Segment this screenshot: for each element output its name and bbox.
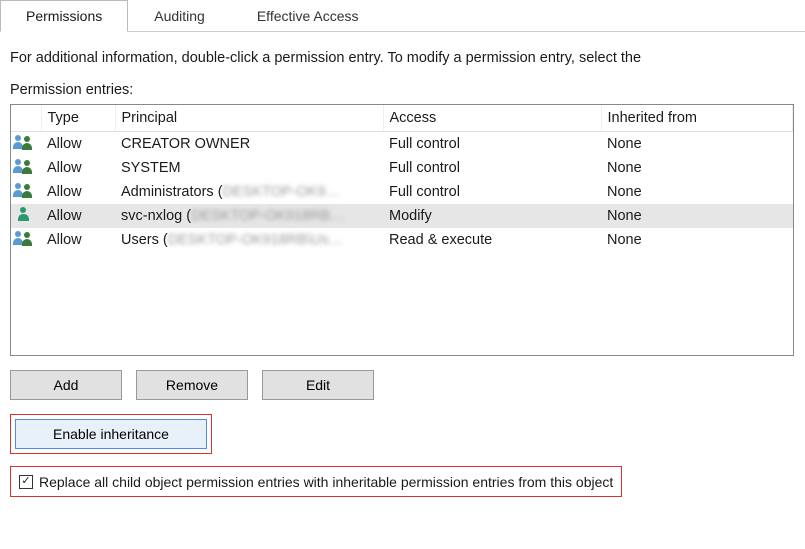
table-row[interactable]: Allowsvc-nxlog (DESKTOP-OK918RB…ModifyNo… <box>11 204 793 228</box>
permission-table: Type Principal Access Inherited from All… <box>11 105 793 252</box>
cell-inherited: None <box>601 180 793 204</box>
principal-icon <box>15 230 35 246</box>
highlight-enable-inheritance: Enable inheritance <box>10 414 212 454</box>
cell-type: Allow <box>41 132 115 157</box>
col-access[interactable]: Access <box>383 105 601 132</box>
cell-type: Allow <box>41 156 115 180</box>
principal-icon <box>15 134 35 150</box>
entries-label: Permission entries: <box>10 82 795 98</box>
edit-button[interactable]: Edit <box>262 370 374 400</box>
tab-permissions[interactable]: Permissions <box>0 0 128 32</box>
col-icon[interactable] <box>11 105 41 132</box>
add-button[interactable]: Add <box>10 370 122 400</box>
cell-principal: svc-nxlog (DESKTOP-OK918RB… <box>115 204 383 228</box>
col-type[interactable]: Type <box>41 105 115 132</box>
cell-principal: Administrators (DESKTOP-OK9… <box>115 180 383 204</box>
cell-inherited: None <box>601 132 793 157</box>
replace-child-label: Replace all child object permission entr… <box>39 474 613 490</box>
table-row[interactable]: AllowUsers (DESKTOP-OK918RB\Us…Read & ex… <box>11 228 793 252</box>
principal-icon <box>15 182 35 198</box>
cell-principal: Users (DESKTOP-OK918RB\Us… <box>115 228 383 252</box>
table-row[interactable]: AllowAdministrators (DESKTOP-OK9…Full co… <box>11 180 793 204</box>
cell-principal: SYSTEM <box>115 156 383 180</box>
table-row[interactable]: AllowSYSTEMFull controlNone <box>11 156 793 180</box>
tab-bar: Permissions Auditing Effective Access <box>0 0 805 32</box>
col-principal[interactable]: Principal <box>115 105 383 132</box>
tab-auditing[interactable]: Auditing <box>128 0 231 31</box>
cell-principal: CREATOR OWNER <box>115 132 383 157</box>
cell-inherited: None <box>601 156 793 180</box>
tab-effective-access[interactable]: Effective Access <box>231 0 385 31</box>
cell-access: Full control <box>383 180 601 204</box>
replace-child-checkbox[interactable]: ✓ Replace all child object permission en… <box>15 472 617 492</box>
cell-access: Full control <box>383 132 601 157</box>
cell-access: Full control <box>383 156 601 180</box>
info-text: For additional information, double-click… <box>10 50 795 66</box>
col-inherited[interactable]: Inherited from <box>601 105 793 132</box>
checkbox-icon: ✓ <box>19 475 33 489</box>
remove-button[interactable]: Remove <box>136 370 248 400</box>
table-row[interactable]: AllowCREATOR OWNERFull controlNone <box>11 132 793 157</box>
cell-access: Read & execute <box>383 228 601 252</box>
principal-icon <box>15 206 35 222</box>
enable-inheritance-button[interactable]: Enable inheritance <box>15 419 207 449</box>
permission-table-container: Type Principal Access Inherited from All… <box>10 104 794 356</box>
cell-type: Allow <box>41 228 115 252</box>
highlight-replace-checkbox: ✓ Replace all child object permission en… <box>10 466 622 497</box>
cell-inherited: None <box>601 228 793 252</box>
cell-type: Allow <box>41 204 115 228</box>
cell-access: Modify <box>383 204 601 228</box>
cell-inherited: None <box>601 204 793 228</box>
principal-icon <box>15 158 35 174</box>
cell-type: Allow <box>41 180 115 204</box>
